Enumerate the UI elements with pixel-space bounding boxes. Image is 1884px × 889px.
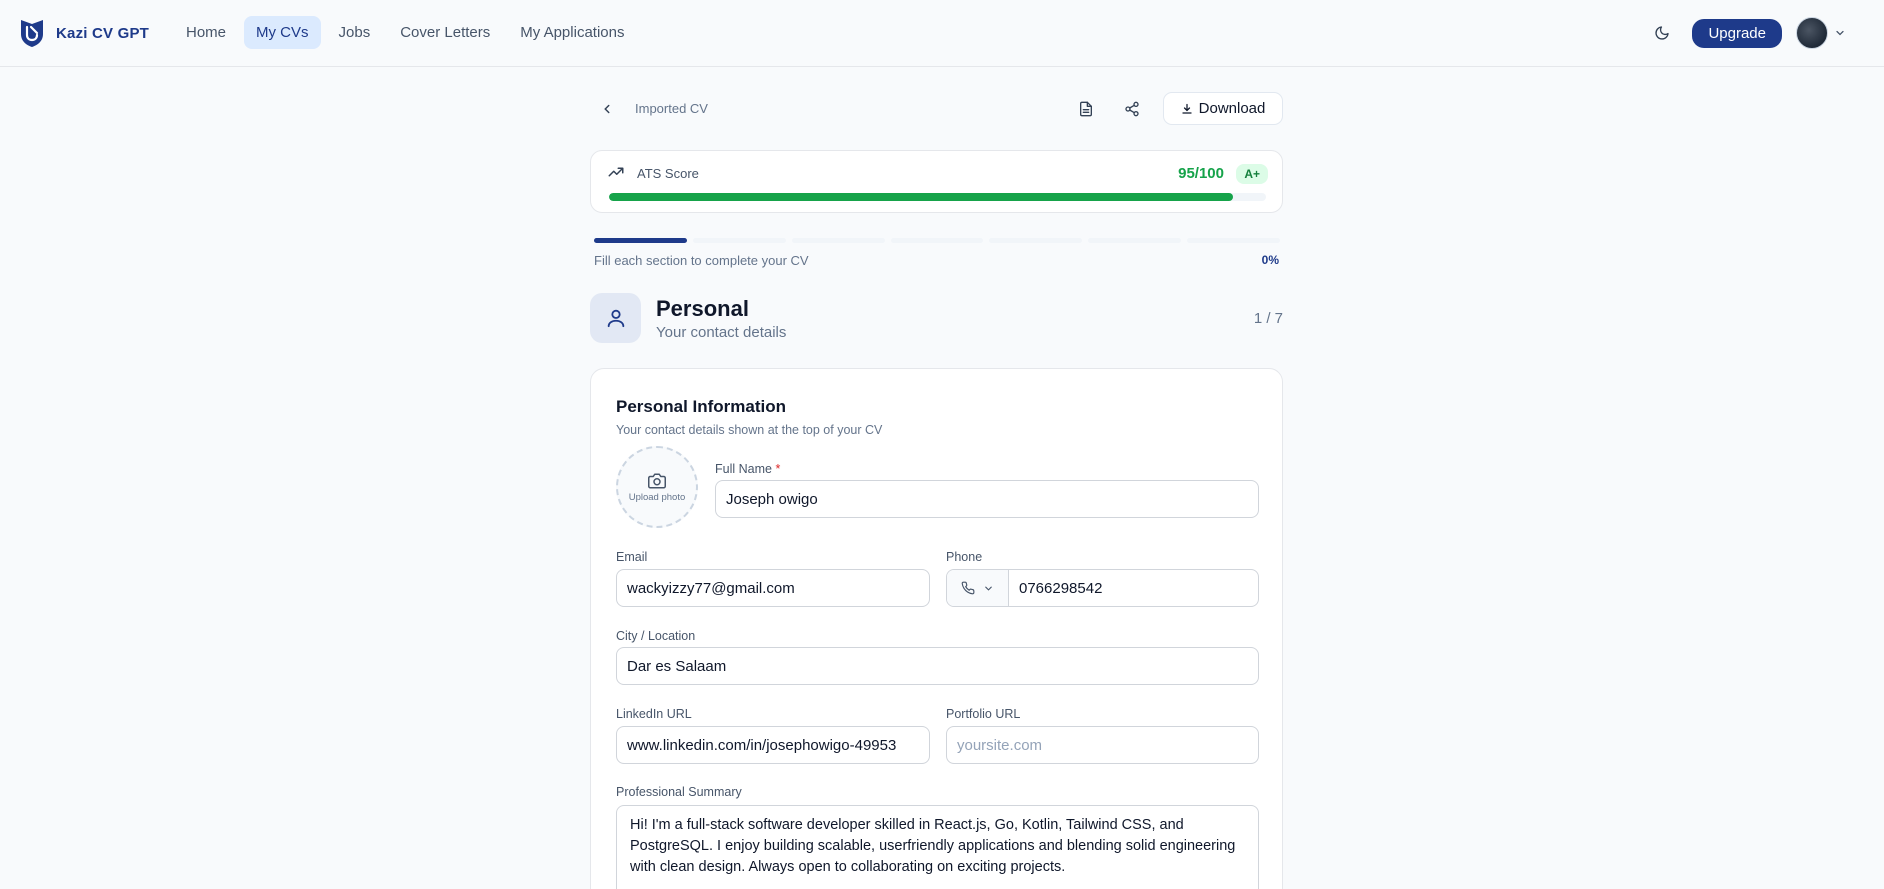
nav-item-cover-letters[interactable]: Cover Letters: [388, 16, 502, 49]
trending-up-icon: [608, 167, 624, 177]
upload-photo-label: Upload photo: [628, 491, 686, 503]
phone-country-select[interactable]: [947, 570, 1009, 606]
nav-item-my-cvs[interactable]: My CVs: [244, 16, 321, 49]
stepper-segment-4[interactable]: [890, 238, 984, 243]
nav-item-my-applications[interactable]: My Applications: [508, 16, 636, 49]
full-name-label-text: Full Name: [715, 462, 772, 476]
email-field[interactable]: wackyizzy77@gmail.com: [616, 569, 930, 607]
linkedin-input[interactable]: www.linkedin.com/in/josephowigo-49953: [616, 726, 930, 764]
progress-hint: Fill each section to complete your CV: [594, 253, 809, 268]
share-icon: [1125, 101, 1139, 117]
phone-label: Phone: [946, 550, 983, 564]
required-mark: *: [775, 462, 781, 476]
user-icon: [607, 309, 624, 328]
chevron-left-icon: [604, 104, 610, 114]
linkedin-label: LinkedIn URL: [616, 707, 692, 721]
chevron-down-icon: [1836, 30, 1844, 36]
form-subtitle: Your contact details shown at the top of…: [616, 423, 883, 437]
user-menu[interactable]: [1796, 17, 1846, 49]
nav-item-home[interactable]: Home: [174, 16, 238, 49]
ats-progress-fill: [609, 193, 1234, 201]
share-button[interactable]: [1118, 95, 1146, 123]
section-header: Personal Your contact details 1 / 7: [590, 293, 1283, 345]
ats-score: 95/100: [1178, 165, 1224, 182]
phone-icon: [961, 581, 975, 595]
ats-grade-badge: A+: [1236, 164, 1268, 184]
brand-logo-icon: [21, 20, 43, 47]
full-name-input[interactable]: Joseph owigo: [715, 480, 1259, 518]
stepper-segment-7[interactable]: [1187, 238, 1281, 243]
personal-info-form: Personal Information Your contact detail…: [590, 368, 1283, 889]
section-step-counter: 1 / 7: [1253, 310, 1283, 327]
avatar: [1796, 17, 1828, 49]
upgrade-button[interactable]: Upgrade: [1692, 18, 1782, 48]
nav-item-jobs[interactable]: Jobs: [327, 16, 383, 49]
upload-photo-button[interactable]: Upload photo: [616, 446, 698, 528]
portfolio-label: Portfolio URL: [946, 707, 1021, 721]
preview-button[interactable]: [1072, 95, 1100, 123]
stepper-segment-5[interactable]: [989, 238, 1083, 243]
chevron-down-icon: [985, 586, 992, 591]
document-icon: [1080, 101, 1092, 117]
moon-icon: [1655, 26, 1670, 40]
progress-percent: 0%: [1261, 253, 1279, 267]
phone-input[interactable]: 0766298542: [1009, 570, 1258, 606]
city-input[interactable]: Dar es Salaam: [616, 647, 1259, 685]
email-label: Email: [616, 550, 648, 564]
topbar-actions: Upgrade: [1646, 17, 1846, 49]
section-icon-box: [590, 293, 641, 343]
editor-header: Imported CV Download: [590, 92, 1283, 126]
stepper-segment-2[interactable]: [692, 238, 786, 243]
ats-progress-track: [609, 193, 1266, 201]
download-label: Download: [1198, 100, 1266, 117]
section-subtitle: Your contact details: [656, 324, 787, 341]
top-navbar: Kazi CV GPT Home My CVs Jobs Cover Lette…: [0, 0, 1884, 67]
brand-name: Kazi CV GPT: [56, 24, 150, 42]
main-nav: Home My CVs Jobs Cover Letters My Applic…: [174, 16, 636, 49]
stepper-segment-6[interactable]: [1088, 238, 1182, 243]
back-button[interactable]: [594, 96, 620, 122]
full-name-label: Full Name *: [715, 462, 780, 476]
download-button[interactable]: Download: [1163, 92, 1283, 125]
section-stepper: [594, 238, 1281, 243]
stepper-segment-3[interactable]: [791, 238, 885, 243]
stepper-segment-1[interactable]: [594, 238, 687, 243]
phone-field: 0766298542: [946, 569, 1259, 607]
brand[interactable]: Kazi CV GPT: [18, 17, 149, 49]
ats-score-card: ATS Score 95/100 A+: [590, 150, 1283, 213]
summary-label: Professional Summary: [616, 785, 742, 799]
camera-icon: [648, 473, 666, 488]
summary-textarea[interactable]: Hi! I'm a full-stack software developer …: [616, 805, 1259, 889]
form-title: Personal Information: [616, 397, 787, 416]
ats-label: ATS Score: [637, 166, 699, 181]
section-title: Personal: [656, 296, 749, 321]
download-icon: [1182, 103, 1192, 114]
cv-title[interactable]: Imported CV: [635, 101, 708, 116]
dark-mode-toggle[interactable]: [1646, 17, 1678, 49]
city-label: City / Location: [616, 629, 696, 643]
portfolio-input[interactable]: yoursite.com: [946, 726, 1259, 764]
